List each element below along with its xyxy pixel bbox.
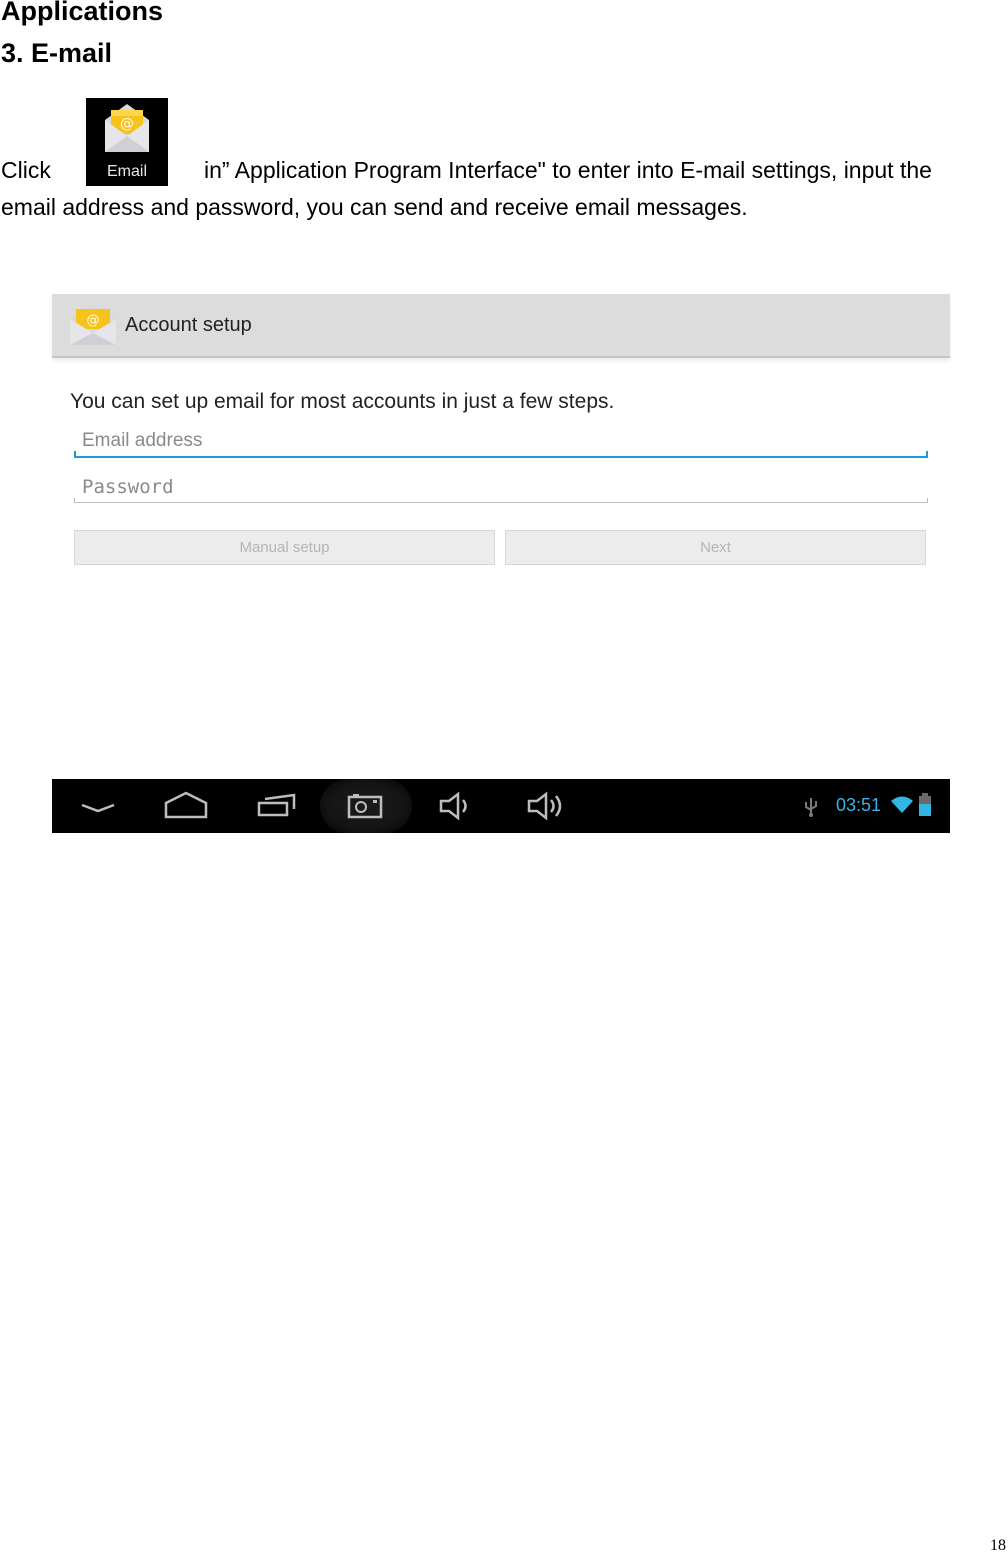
- account-setup-screenshot: @ Account setup You can set up email for…: [52, 294, 950, 833]
- instruction-text: in” Application Program Interface" to en…: [204, 157, 932, 183]
- subsection-title: 3. E-mail: [1, 38, 113, 68]
- email-app-icon: @ Email: [86, 98, 168, 186]
- next-button[interactable]: Next: [505, 530, 926, 565]
- manual-setup-button[interactable]: Manual setup: [74, 530, 495, 565]
- home-icon[interactable]: [164, 791, 208, 821]
- back-icon[interactable]: [80, 791, 116, 821]
- action-bar: @ Account setup: [52, 294, 950, 358]
- recent-apps-icon[interactable]: [256, 791, 298, 821]
- volume-down-icon[interactable]: [438, 791, 474, 821]
- instruction-line-2: email address and password, you can send…: [1, 194, 748, 220]
- volume-up-icon[interactable]: [526, 791, 566, 821]
- usb-icon: [805, 798, 817, 817]
- email-app-label: Email: [106, 163, 147, 180]
- click-text: Click: [1, 157, 51, 183]
- wifi-icon: [891, 796, 913, 813]
- password-field[interactable]: [74, 472, 928, 503]
- envelope-icon: @: [105, 104, 149, 152]
- battery-icon: [919, 793, 931, 816]
- svg-text:@: @: [120, 116, 134, 132]
- email-envelope-icon: @: [70, 305, 116, 345]
- screenshot-camera-icon[interactable]: [347, 791, 383, 821]
- email-input[interactable]: [74, 426, 928, 456]
- password-input[interactable]: [74, 472, 928, 502]
- page-number: 18: [990, 1537, 1006, 1554]
- status-clock: 03:51: [836, 795, 882, 815]
- svg-text:@: @: [87, 313, 100, 328]
- email-field[interactable]: [74, 426, 928, 458]
- instruction-line-1: Click in” Application Program Interface"…: [1, 157, 932, 184]
- section-title: Applications: [1, 0, 164, 26]
- system-navigation-bar: 03:51: [52, 779, 950, 833]
- action-bar-title: Account setup: [125, 314, 252, 336]
- intro-text: You can set up email for most accounts i…: [70, 390, 615, 413]
